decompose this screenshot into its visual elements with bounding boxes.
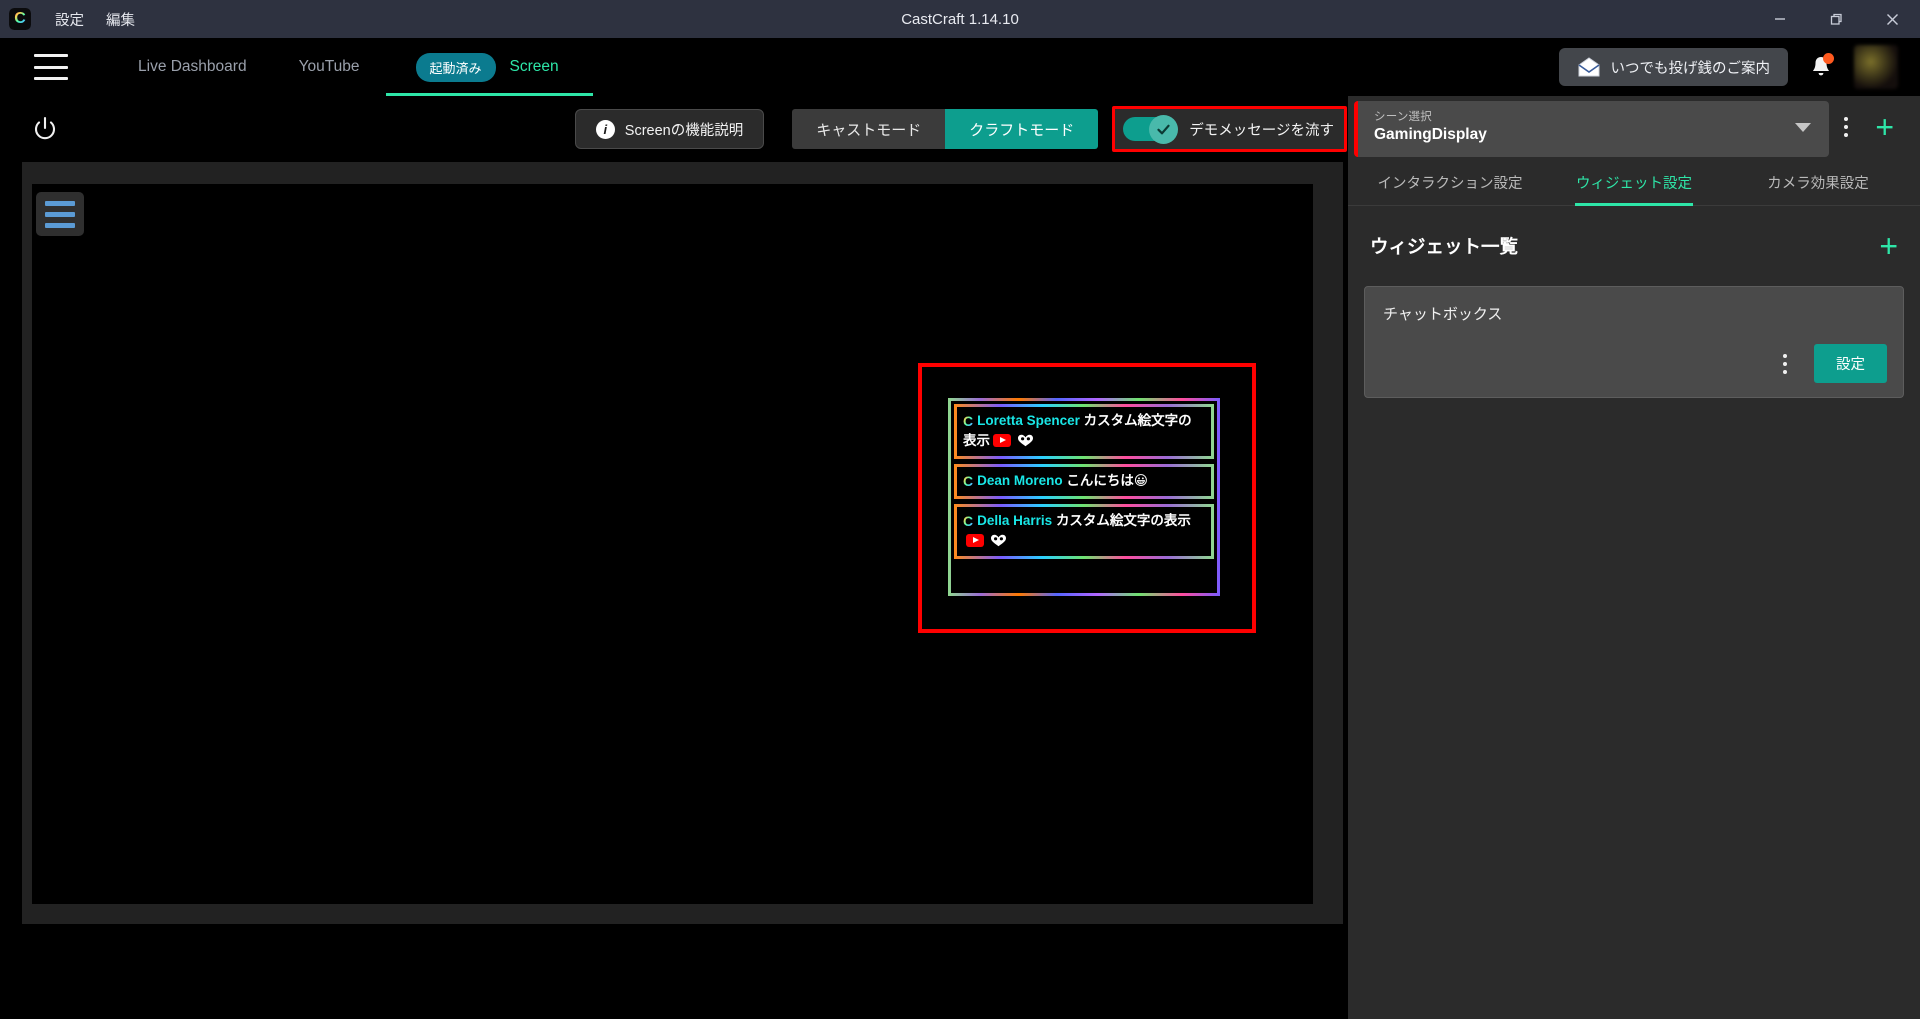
heart-hands-badge-icon [990, 533, 1007, 547]
demo-message-toggle[interactable] [1123, 114, 1179, 144]
chat-message-body: C Della Harris カスタム絵文字の表示 [957, 507, 1211, 557]
mail-open-icon [1578, 57, 1599, 77]
chat-text: こんにちは😀 [1066, 472, 1148, 488]
widget-more-icon[interactable] [1774, 353, 1796, 374]
widget-list-header: ウィジェット一覧 + [1348, 206, 1920, 262]
castcraft-icon: C [963, 411, 973, 431]
window-controls [1752, 0, 1920, 38]
widget-list-item[interactable]: チャットボックス 設定 [1364, 286, 1904, 398]
tip-info-button[interactable]: いつでも投げ銭のご案内 [1558, 48, 1788, 86]
hamburger-bar [34, 54, 68, 57]
right-panel: シーン選択 GamingDisplay + インタラクション設定 ウィジェット設… [1348, 96, 1920, 1019]
kebab-dot [1844, 133, 1849, 137]
chat-message: C Loretta Spencer カスタム絵文字の表示 [954, 404, 1214, 459]
tab-widget-settings[interactable]: ウィジェット設定 [1542, 172, 1726, 206]
add-scene-icon[interactable]: + [1863, 111, 1906, 143]
craft-mode-button[interactable]: クラフトモード [945, 109, 1099, 149]
chat-message: C Dean Moreno こんにちは😀 [954, 463, 1214, 500]
hamburger-icon[interactable] [34, 54, 68, 80]
menu-edit[interactable]: 編集 [106, 9, 135, 30]
youtube-badge-icon [993, 434, 1011, 448]
widget-list-title: ウィジェット一覧 [1370, 236, 1519, 257]
widget-item-actions: 設定 [1774, 344, 1887, 383]
demo-message-toggle-highlight: デモメッセージを流す [1112, 106, 1347, 152]
scene-selector-row: シーン選択 GamingDisplay + [1348, 96, 1920, 158]
avatar[interactable] [1854, 45, 1898, 89]
nav-items: Live Dashboard YouTube 起動済み Screen [112, 38, 593, 96]
kebab-dot [1783, 361, 1787, 366]
chat-username: Della Harris [977, 513, 1053, 529]
hamburger-bar [45, 200, 75, 206]
minimize-button[interactable] [1752, 0, 1808, 38]
menu-bar: 設定 編集 [55, 9, 135, 30]
nav-youtube[interactable]: YouTube [273, 38, 386, 96]
feature-description-button[interactable]: i Screenの機能説明 [574, 109, 765, 149]
kebab-dot [1844, 125, 1849, 129]
chat-box-inner: C Loretta Spencer カスタム絵文字の表示 C Dean Moreno… [951, 401, 1217, 593]
nav-bar: Live Dashboard YouTube 起動済み Screen いつでも投… [0, 38, 1920, 96]
tab-camera-effect-settings[interactable]: カメラ効果設定 [1726, 172, 1910, 205]
check-icon [1157, 124, 1170, 134]
kebab-dot [1783, 369, 1787, 374]
chat-box-widget[interactable]: C Loretta Spencer カスタム絵文字の表示 C Dean Moreno… [948, 398, 1220, 596]
status-badge: 起動済み [415, 52, 496, 82]
minimize-icon [1775, 18, 1785, 20]
toggle-knob [1149, 114, 1179, 144]
nav-right-actions: いつでも投げ銭のご案内 [1558, 45, 1920, 89]
nav-live-dashboard[interactable]: Live Dashboard [112, 38, 273, 96]
tab-active-underline [1575, 203, 1693, 206]
tip-info-label: いつでも投げ銭のご案内 [1610, 60, 1771, 77]
chat-username: Loretta Spencer [977, 413, 1080, 428]
power-button[interactable] [26, 110, 64, 148]
youtube-badge-icon [966, 534, 984, 548]
chat-text: カスタム絵文字の表示 [1055, 513, 1191, 529]
kebab-dot [1783, 353, 1787, 358]
castcraft-icon: C [963, 511, 973, 531]
mode-switch-group: キャストモード クラフトモード [792, 109, 1099, 149]
scene-select[interactable]: シーン選択 GamingDisplay [1354, 100, 1830, 157]
preview-menu-icon[interactable] [36, 192, 84, 236]
app-window: C 設定 編集 CastCraft 1.14.10 Live Dashboard… [0, 0, 1920, 1019]
scene-select-label: シーン選択 [1374, 110, 1432, 123]
close-icon [1886, 13, 1898, 25]
castcraft-icon: C [963, 471, 973, 491]
nav-screen-label: Screen [509, 58, 559, 75]
hamburger-bar [34, 77, 68, 80]
heart-hands-badge-icon [1017, 433, 1034, 447]
maximize-icon [1830, 13, 1842, 25]
hamburger-bar [45, 211, 75, 217]
toolbar-center-group: i Screenの機能説明 キャストモード クラフトモード デモメッセージを流す [574, 106, 1347, 152]
window-title: CastCraft 1.14.10 [901, 10, 1019, 28]
notification-dot [1823, 53, 1834, 64]
demo-message-toggle-label: デモメッセージを流す [1189, 122, 1334, 139]
kebab-dot [1844, 117, 1849, 121]
feature-description-label: Screenの機能説明 [624, 122, 744, 139]
info-icon: i [595, 119, 615, 139]
notifications-button[interactable] [1806, 52, 1836, 82]
widget-item-title: チャットボックス [1383, 306, 1503, 323]
chat-message-body: C Dean Moreno こんにちは😀 [957, 466, 1211, 497]
scene-more-icon[interactable] [1829, 117, 1863, 137]
add-widget-icon[interactable]: + [1879, 230, 1898, 262]
title-bar: C 設定 編集 CastCraft 1.14.10 [0, 0, 1920, 38]
maximize-button[interactable] [1808, 0, 1864, 38]
app-logo-icon: C [9, 8, 31, 30]
app-logo-letter: C [14, 10, 26, 27]
chat-username: Dean Moreno [977, 472, 1063, 488]
menu-settings[interactable]: 設定 [55, 9, 84, 30]
tab-interaction-settings[interactable]: インタラクション設定 [1358, 172, 1542, 205]
chevron-down-icon [1795, 122, 1812, 132]
hamburger-bar [45, 222, 75, 228]
widget-settings-button[interactable]: 設定 [1814, 344, 1887, 383]
cast-mode-button[interactable]: キャストモード [792, 109, 946, 149]
power-icon [34, 116, 56, 140]
nav-screen[interactable]: 起動済み Screen [385, 38, 593, 96]
close-button[interactable] [1864, 0, 1920, 38]
chat-message-body: C Loretta Spencer カスタム絵文字の表示 [957, 407, 1211, 456]
tab-widget-settings-label: ウィジェット設定 [1576, 176, 1692, 192]
chat-message: C Della Harris カスタム絵文字の表示 [954, 504, 1214, 560]
scene-select-value: GamingDisplay [1374, 125, 1487, 143]
hamburger-bar [34, 65, 68, 69]
panel-tabs: インタラクション設定 ウィジェット設定 カメラ効果設定 [1348, 158, 1920, 206]
